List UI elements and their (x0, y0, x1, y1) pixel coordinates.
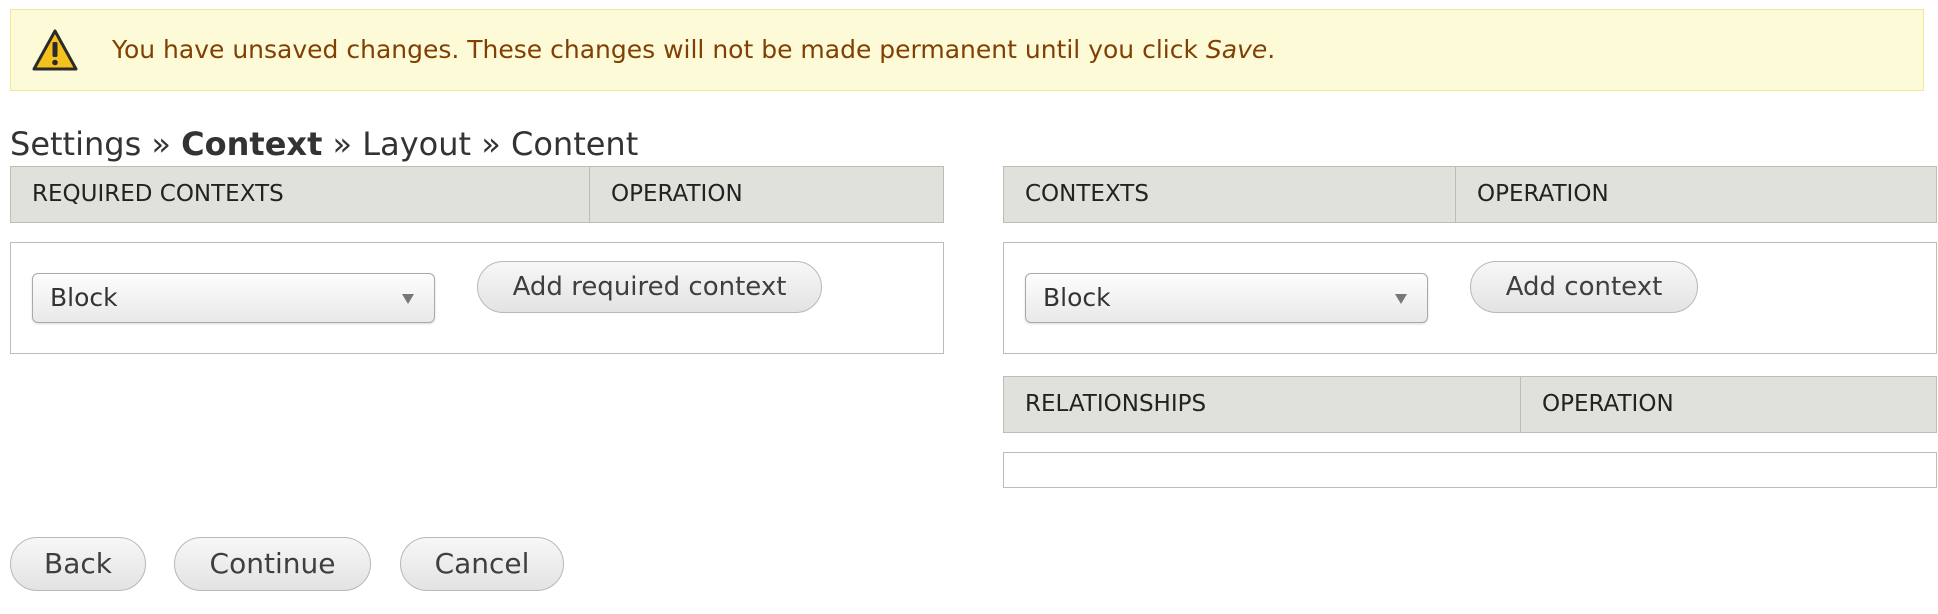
relationships-table-header: Relationships Operation (1003, 376, 1937, 433)
breadcrumb: Settings » Context » Layout » Content (10, 121, 638, 167)
breadcrumb-item-context: Context (181, 125, 323, 163)
back-button[interactable]: Back (10, 537, 146, 591)
add-context-button[interactable]: Add context (1470, 261, 1698, 313)
continue-button[interactable]: Continue (174, 537, 371, 591)
breadcrumb-separator: » (332, 125, 353, 163)
unsaved-changes-message: You have unsaved changes. These changes … (10, 9, 1924, 91)
message-save-word: Save (1205, 35, 1268, 64)
relationships-table-body (1003, 452, 1937, 488)
required-contexts-column-header: Required Contexts (32, 181, 284, 207)
chevron-down-icon (1395, 294, 1407, 304)
warning-triangle-icon (32, 29, 78, 71)
add-required-context-button[interactable]: Add required context (477, 261, 822, 313)
operation-column-header: Operation (1520, 377, 1936, 432)
breadcrumb-separator: » (481, 125, 501, 163)
breadcrumb-item-content: Content (510, 125, 639, 163)
required-context-select[interactable]: Block (32, 273, 435, 323)
relationships-column-header: Relationships (1025, 391, 1207, 417)
chevron-down-icon (402, 294, 414, 304)
context-select[interactable]: Block (1025, 273, 1428, 323)
message-text-after: . (1267, 35, 1276, 64)
breadcrumb-separator: » (151, 125, 171, 163)
breadcrumb-item-settings: Settings (10, 125, 142, 163)
breadcrumb-item-layout: Layout (362, 125, 472, 163)
operation-column-header: Operation (1455, 167, 1936, 222)
message-text: You have unsaved changes. These changes … (112, 10, 1275, 90)
message-text-before: You have unsaved changes. These changes … (112, 35, 1206, 64)
contexts-table-header: Contexts Operation (1003, 166, 1937, 223)
required-context-select-value: Block (50, 283, 118, 312)
cancel-button[interactable]: Cancel (400, 537, 564, 591)
contexts-column-header: Contexts (1025, 181, 1149, 207)
required-contexts-table-header: Required Contexts Operation (10, 166, 944, 223)
operation-column-header: Operation (589, 167, 943, 222)
context-select-value: Block (1043, 283, 1111, 312)
